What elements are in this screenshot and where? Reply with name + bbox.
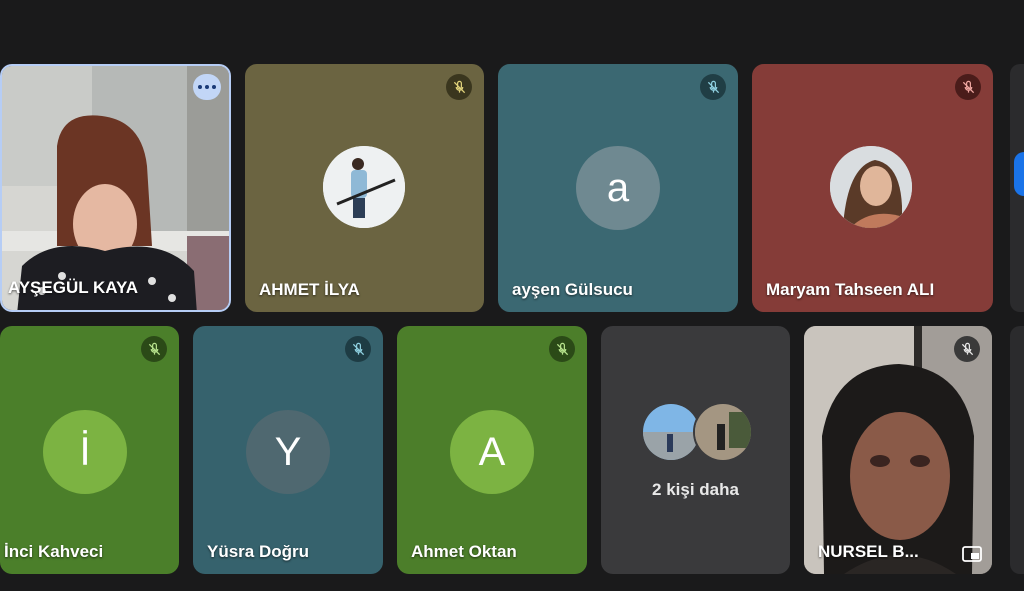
mic-off-icon [446,74,472,100]
participant-name: ayşen Gülsucu [512,280,633,299]
more-options-icon [198,85,202,89]
participant-tile-inci[interactable]: İ İnci Kahveci [0,326,179,574]
avatar: İ [43,410,127,494]
next-page-strip[interactable] [1010,326,1024,574]
participant-name: Ahmet Oktan [411,542,517,561]
avatar [693,402,753,462]
mic-off-icon [954,336,980,362]
avatar [323,146,405,228]
participant-name: NURSEL B... [818,542,919,561]
mic-off-icon [141,336,167,362]
participant-name: AHMET İLYA [259,280,360,299]
participant-tile-ahmet-ilya[interactable]: AHMET İLYA [245,64,484,312]
mic-off-icon [700,74,726,100]
picture-in-picture-icon[interactable] [962,546,982,562]
avatar [830,146,912,228]
next-page-button[interactable] [1014,152,1024,196]
participant-tile-ahmet-oktan[interactable]: A Ahmet Oktan [397,326,587,574]
participant-tile-maryam[interactable]: Maryam Tahseen ALI [752,64,993,312]
mic-off-icon [345,336,371,362]
more-participants-label: 2 kişi daha [652,480,739,499]
participant-name: AYŞEGÜL KAYA [8,278,139,297]
avatar: a [576,146,660,230]
participant-name: Yüsra Doğru [207,542,310,561]
participant-tile-nursel[interactable]: NURSEL B... [804,326,992,574]
participant-tile-yusra[interactable]: Y Yüsra Doğru [193,326,383,574]
participant-tile-aysen[interactable]: a ayşen Gülsucu [498,64,738,312]
participant-video [2,66,229,310]
mic-off-icon [955,74,981,100]
avatar: Y [246,410,330,494]
avatar [641,402,701,462]
more-options-button[interactable] [193,74,221,100]
more-participants-tile[interactable]: 2 kişi daha [601,326,790,574]
participant-name: Maryam Tahseen ALI [766,280,935,299]
participant-video [804,326,992,574]
participant-name: İnci Kahveci [4,542,104,561]
participant-tile-aysegul[interactable]: AYŞEGÜL KAYA [0,64,231,312]
mic-off-icon [549,336,575,362]
avatar: A [450,410,534,494]
